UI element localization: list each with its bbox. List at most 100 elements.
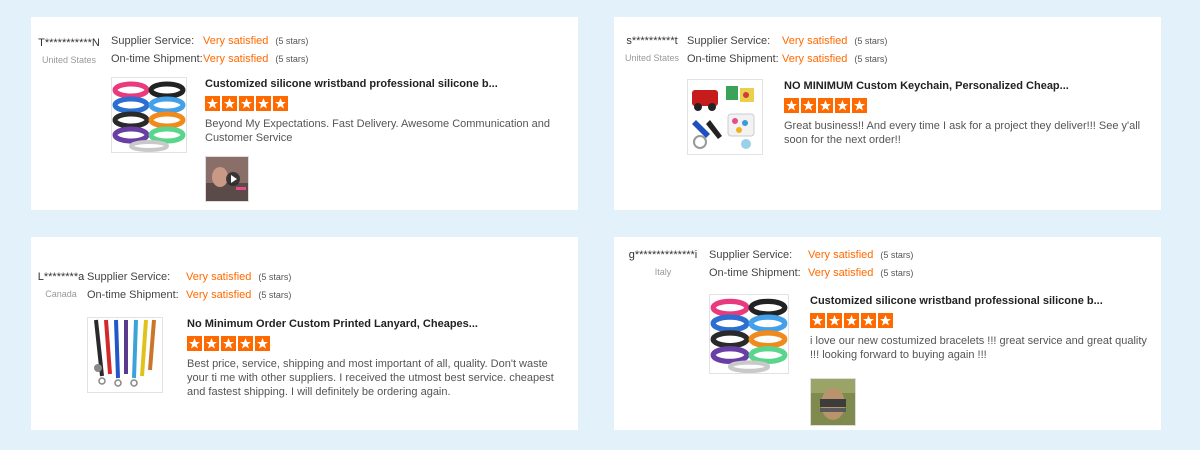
keychain-icon xyxy=(692,86,755,149)
buyer-name: T***********N xyxy=(38,37,100,49)
on-time-shipment-row: On-time Shipment: Very satisfied (5 star… xyxy=(87,286,291,304)
on-time-shipment-stars: (5 stars) xyxy=(258,290,292,300)
wristband-icon xyxy=(112,81,186,152)
on-time-shipment-value: Very satisfied xyxy=(203,53,269,65)
supplier-service-row: Supplier Service: Very satisfied (5 star… xyxy=(87,268,291,286)
product-title-link[interactable]: NO MINIMUM Custom Keychain, Personalized… xyxy=(784,80,1147,92)
supplier-service-value: Very satisfied xyxy=(808,249,874,261)
buyer-country: Italy xyxy=(654,267,672,277)
review-comment: Beyond My Expectations. Fast Delivery. A… xyxy=(205,118,551,144)
on-time-shipment-stars: (5 stars) xyxy=(854,54,888,64)
lanyard-icon xyxy=(94,319,156,387)
service-ratings: Supplier Service: Very satisfied (5 star… xyxy=(709,246,913,282)
rating-stars xyxy=(784,98,1147,113)
review-card: T***********N United States Supplier Ser… xyxy=(31,17,578,210)
buyer-info: L********a Canada xyxy=(33,271,89,299)
star-icon xyxy=(273,96,288,111)
buyer-info: g**************i Italy xyxy=(628,249,698,277)
buyer-name: L********a xyxy=(37,271,85,283)
on-time-shipment-row: On-time Shipment: Very satisfied (5 star… xyxy=(111,50,308,68)
star-icon xyxy=(222,96,237,111)
star-icon xyxy=(827,313,842,328)
review-comment: Best price, service, shipping and most i… xyxy=(187,358,554,398)
supplier-service-value: Very satisfied xyxy=(203,35,269,47)
star-icon xyxy=(205,96,220,111)
buyer-info: T***********N United States xyxy=(35,37,103,65)
supplier-service-label: Supplier Service: xyxy=(687,35,771,47)
supplier-service-stars: (5 stars) xyxy=(275,36,309,46)
supplier-service-row: Supplier Service: Very satisfied (5 star… xyxy=(709,246,913,264)
on-time-shipment-stars: (5 stars) xyxy=(275,54,309,64)
rating-stars xyxy=(810,313,1147,328)
review-comment: i love our new costumized bracelets !!! … xyxy=(810,335,1147,361)
on-time-shipment-row: On-time Shipment: Very satisfied (5 star… xyxy=(709,264,913,282)
supplier-service-value: Very satisfied xyxy=(186,271,252,283)
buyer-country: United States xyxy=(41,55,97,65)
supplier-service-row: Supplier Service: Very satisfied (5 star… xyxy=(111,32,308,50)
bracelet-photo-thumbnail xyxy=(811,379,855,425)
product-title-link[interactable]: Customized silicone wristband profession… xyxy=(205,78,564,90)
review-body: Customized silicone wristband profession… xyxy=(205,78,564,145)
review-body: NO MINIMUM Custom Keychain, Personalized… xyxy=(784,80,1147,147)
star-icon xyxy=(810,313,825,328)
star-icon xyxy=(818,98,833,113)
star-icon xyxy=(784,98,799,113)
review-card: L********a Canada Supplier Service: Very… xyxy=(31,237,578,430)
supplier-service-stars: (5 stars) xyxy=(854,36,888,46)
on-time-shipment-label: On-time Shipment: xyxy=(709,267,801,279)
product-title-link[interactable]: Customized silicone wristband profession… xyxy=(810,295,1147,307)
on-time-shipment-row: On-time Shipment: Very satisfied (5 star… xyxy=(687,50,887,68)
review-body: Customized silicone wristband profession… xyxy=(810,295,1147,362)
star-icon xyxy=(238,336,253,351)
on-time-shipment-value: Very satisfied xyxy=(808,267,874,279)
review-photo[interactable] xyxy=(810,378,856,426)
rating-stars xyxy=(205,96,564,111)
star-icon xyxy=(852,98,867,113)
star-icon xyxy=(256,96,271,111)
star-icon xyxy=(255,336,270,351)
keychain-product-image[interactable] xyxy=(687,79,763,155)
buyer-info: s**********t United States xyxy=(618,35,686,63)
service-ratings: Supplier Service: Very satisfied (5 star… xyxy=(87,268,291,304)
on-time-shipment-label: On-time Shipment: xyxy=(687,53,779,65)
star-icon xyxy=(878,313,893,328)
star-icon xyxy=(835,98,850,113)
review-card: g**************i Italy Supplier Service:… xyxy=(614,237,1161,430)
review-photo[interactable] xyxy=(205,156,249,202)
supplier-service-label: Supplier Service: xyxy=(87,271,171,283)
review-card: s**********t United States Supplier Serv… xyxy=(614,17,1161,210)
service-ratings: Supplier Service: Very satisfied (5 star… xyxy=(111,32,308,68)
star-icon xyxy=(187,336,202,351)
supplier-service-stars: (5 stars) xyxy=(258,272,292,282)
star-icon xyxy=(844,313,859,328)
wristband-product-image[interactable] xyxy=(709,294,789,374)
video-thumbnail-icon xyxy=(206,157,248,201)
wristband-product-image[interactable] xyxy=(111,77,187,153)
supplier-service-stars: (5 stars) xyxy=(880,250,914,260)
buyer-country: United States xyxy=(624,53,680,63)
star-icon xyxy=(204,336,219,351)
rating-stars xyxy=(187,336,564,351)
on-time-shipment-stars: (5 stars) xyxy=(880,268,914,278)
buyer-country: Canada xyxy=(45,289,77,299)
star-icon xyxy=(239,96,254,111)
star-icon xyxy=(801,98,816,113)
review-comment: Great business!! And every time I ask fo… xyxy=(784,120,1141,146)
on-time-shipment-label: On-time Shipment: xyxy=(87,289,179,301)
supplier-service-value: Very satisfied xyxy=(782,35,848,47)
buyer-name: g**************i xyxy=(628,249,698,261)
supplier-service-label: Supplier Service: xyxy=(709,249,793,261)
wristband-icon xyxy=(710,298,788,373)
star-icon xyxy=(221,336,236,351)
on-time-shipment-value: Very satisfied xyxy=(782,53,848,65)
supplier-service-label: Supplier Service: xyxy=(111,35,195,47)
star-icon xyxy=(861,313,876,328)
buyer-name: s**********t xyxy=(626,35,678,47)
review-body: No Minimum Order Custom Printed Lanyard,… xyxy=(187,318,564,399)
supplier-service-row: Supplier Service: Very satisfied (5 star… xyxy=(687,32,887,50)
lanyard-product-image[interactable] xyxy=(87,317,163,393)
product-title-link[interactable]: No Minimum Order Custom Printed Lanyard,… xyxy=(187,318,564,330)
on-time-shipment-value: Very satisfied xyxy=(186,289,252,301)
on-time-shipment-label: On-time Shipment: xyxy=(111,53,203,65)
service-ratings: Supplier Service: Very satisfied (5 star… xyxy=(687,32,887,68)
